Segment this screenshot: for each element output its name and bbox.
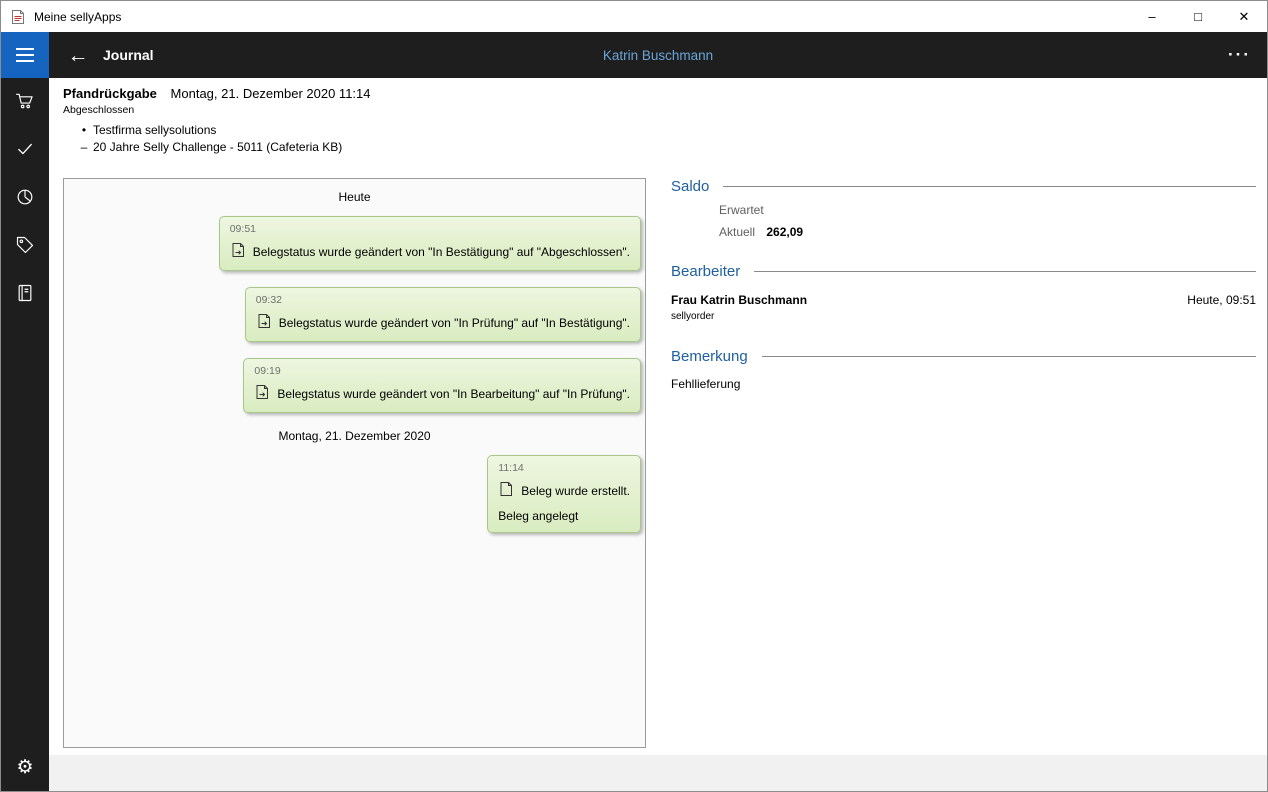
editor-heading-label: Bearbeiter	[671, 263, 740, 280]
back-button[interactable]: ←	[59, 37, 97, 73]
entry-time: 11:14	[498, 462, 630, 474]
page-title: Journal	[103, 47, 154, 63]
sidebar-item-statistics[interactable]	[1, 174, 49, 222]
sidebar-item-tasks[interactable]	[1, 126, 49, 174]
gear-icon: ⚙	[16, 756, 33, 779]
minimize-button[interactable]: –	[1129, 1, 1175, 32]
entry-line: Belegstatus wurde geändert von "In Prüfu…	[256, 313, 630, 332]
current-row: Aktuell 262,09	[671, 225, 1256, 239]
saldo-heading-label: Saldo	[671, 178, 709, 195]
check-icon	[15, 139, 35, 162]
back-arrow-icon: ←	[68, 44, 89, 67]
user-name-button[interactable]: Katrin Buschmann	[603, 48, 713, 63]
section-rule	[754, 271, 1256, 272]
app-icon	[10, 9, 26, 25]
window-controls: – □ ✕	[1129, 1, 1267, 32]
content-area: Pfandrückgabe Montag, 21. Dezember 2020 …	[49, 78, 1267, 755]
hamburger-icon	[16, 48, 34, 50]
ellipsis-icon: ···	[1228, 45, 1251, 64]
close-button[interactable]: ✕	[1221, 1, 1267, 32]
company-row: • Testfirma sellysolutions	[63, 123, 371, 137]
current-label: Aktuell	[719, 225, 755, 239]
document-datetime: Montag, 21. Dezember 2020 11:14	[171, 86, 371, 101]
expected-label: Erwartet	[719, 203, 764, 217]
remark-heading-label: Bemerkung	[671, 348, 748, 365]
cart-icon	[15, 91, 35, 114]
company-name: Testfirma sellysolutions	[93, 123, 216, 137]
journal-group-header: Montag, 21. Dezember 2020	[64, 429, 645, 443]
sidebar-item-journal[interactable]	[1, 270, 49, 318]
footer-strip	[49, 755, 1267, 791]
sidebar-item-offers[interactable]	[1, 222, 49, 270]
entry-line: Beleg wurde erstellt.	[498, 481, 630, 500]
entry-time: 09:32	[256, 294, 630, 306]
sidebar-item-orders[interactable]	[1, 78, 49, 126]
bullet-dash: –	[75, 140, 93, 154]
status-change-icon	[254, 384, 270, 403]
remark-section-heading: Bemerkung	[671, 348, 1256, 365]
settings-button[interactable]: ⚙	[1, 743, 49, 791]
journal-book-icon	[15, 283, 35, 306]
journal-entry[interactable]: 09:51 Belegstatus wurde geändert von "In…	[219, 216, 641, 271]
tag-icon	[15, 235, 35, 258]
journal-group-header: Heute	[64, 190, 645, 204]
entry-text: Belegstatus wurde geändert von "In Bearb…	[277, 387, 630, 401]
pie-chart-icon	[15, 187, 35, 210]
document-created-icon	[498, 481, 514, 500]
details-pane: Saldo Erwartet Aktuell 262,09 Bearbeiter	[671, 178, 1256, 391]
entry-time: 09:51	[230, 223, 630, 235]
order-row: – 20 Jahre Selly Challenge - 5011 (Cafet…	[63, 140, 371, 154]
window-title: Meine sellyApps	[34, 10, 121, 24]
titlebar: Meine sellyApps – □ ✕	[1, 1, 1267, 32]
maximize-button[interactable]: □	[1175, 1, 1221, 32]
app-shell: ⚙ ← Journal Katrin Buschmann ···	[1, 32, 1267, 791]
journal-timeline-panel[interactable]: Heute 09:51 Belegstatus wurde geändert v…	[63, 178, 646, 748]
journal-entry[interactable]: 09:32 Belegstatus wurde geändert von "In…	[245, 287, 641, 342]
document-status: Abgeschlossen	[63, 104, 371, 116]
main-column: ← Journal Katrin Buschmann ··· Pfandrück…	[49, 32, 1267, 791]
entry-text: Belegstatus wurde geändert von "In Prüfu…	[279, 316, 630, 330]
sidebar: ⚙	[1, 32, 49, 791]
remark-text: Fehllieferung	[671, 377, 1256, 391]
document-meta-list: • Testfirma sellysolutions – 20 Jahre Se…	[63, 123, 371, 154]
entry-text: Belegstatus wurde geändert von "In Bestä…	[253, 245, 630, 259]
entry-time: 09:19	[254, 365, 630, 377]
current-value: 262,09	[766, 225, 803, 239]
editor-name: Frau Katrin Buschmann	[671, 293, 807, 307]
app-window: Meine sellyApps – □ ✕	[0, 0, 1268, 792]
bullet-dot: •	[75, 123, 93, 137]
expected-row: Erwartet	[671, 203, 1256, 217]
document-info: Pfandrückgabe Montag, 21. Dezember 2020 …	[63, 86, 371, 154]
journal-entry[interactable]: 11:14 Beleg wurde erstellt. Beleg angele…	[487, 455, 641, 533]
document-title: Pfandrückgabe	[63, 86, 157, 101]
entry-line: Belegstatus wurde geändert von "In Bestä…	[230, 242, 630, 261]
appbar: ← Journal Katrin Buschmann ···	[49, 32, 1267, 78]
more-options-button[interactable]: ···	[1222, 45, 1257, 65]
hamburger-menu-button[interactable]	[1, 32, 49, 78]
order-name: 20 Jahre Selly Challenge - 5011 (Cafeter…	[93, 140, 342, 154]
document-title-line: Pfandrückgabe Montag, 21. Dezember 2020 …	[63, 86, 371, 101]
journal-entry[interactable]: 09:19 Belegstatus wurde geändert von "In…	[243, 358, 641, 413]
entry-note: Beleg angelegt	[498, 509, 630, 523]
editor-time: Heute, 09:51	[1187, 293, 1256, 307]
entry-text: Beleg wurde erstellt.	[521, 484, 630, 498]
section-rule	[723, 186, 1256, 187]
section-rule	[762, 356, 1256, 357]
status-change-icon	[230, 242, 246, 261]
entry-line: Belegstatus wurde geändert von "In Bearb…	[254, 384, 630, 403]
editor-row: Frau Katrin Buschmann Heute, 09:51	[671, 293, 1256, 307]
editor-app: sellyorder	[671, 311, 1256, 322]
editor-section-heading: Bearbeiter	[671, 263, 1256, 280]
saldo-section-heading: Saldo	[671, 178, 1256, 195]
status-change-icon	[256, 313, 272, 332]
